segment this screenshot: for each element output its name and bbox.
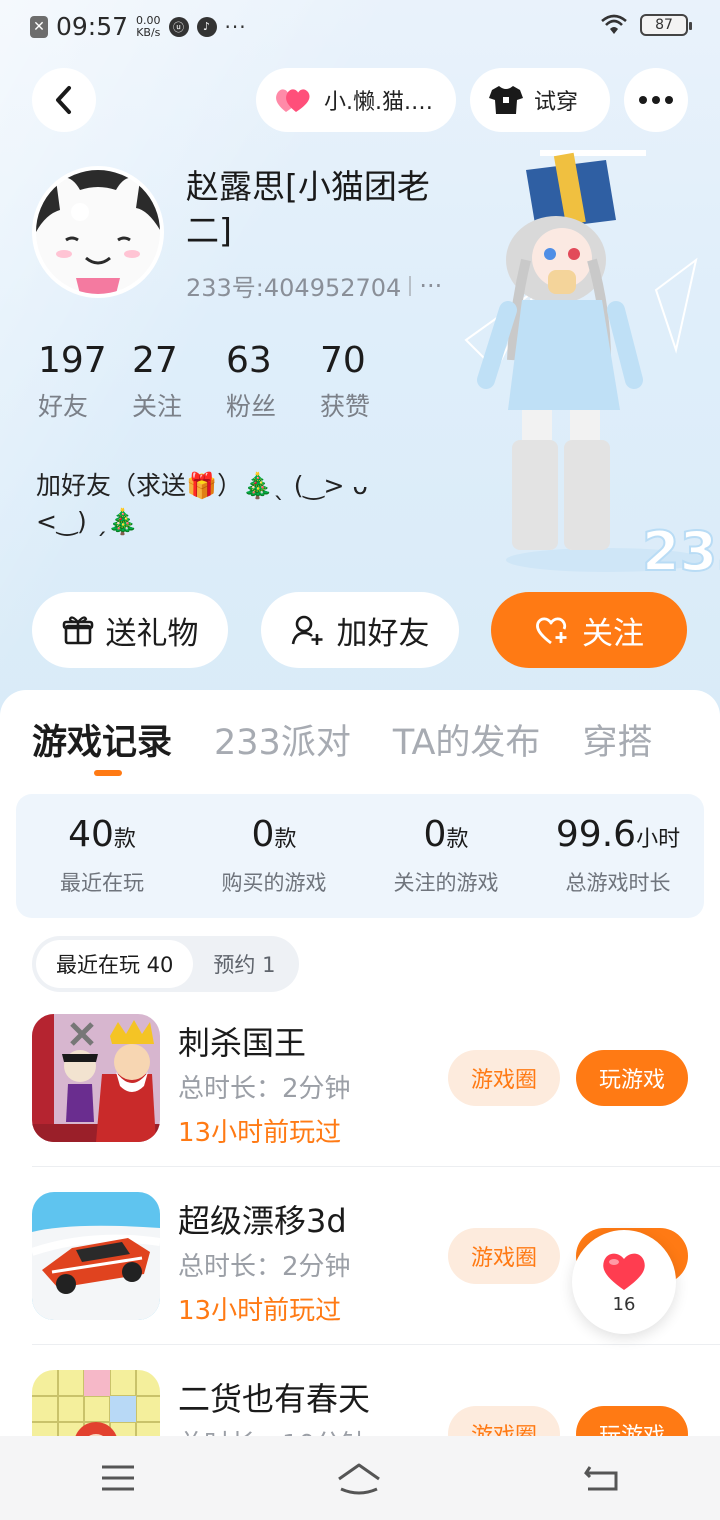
more-notifications-icon: ··· bbox=[224, 14, 247, 39]
stat-following[interactable]: 27 关注 bbox=[132, 340, 226, 423]
game-artwork bbox=[32, 1014, 160, 1142]
game-artwork bbox=[32, 1192, 160, 1320]
summary-total-time[interactable]: 99.6小时 总游戏时长 bbox=[532, 794, 704, 918]
filter-reserved[interactable]: 预约 1 bbox=[193, 940, 295, 988]
network-speed: 0.00 KB/s bbox=[136, 13, 161, 39]
avatar-image bbox=[36, 170, 160, 294]
row-divider bbox=[32, 1344, 720, 1345]
clock: 09:57 bbox=[56, 12, 129, 41]
add-friend-button[interactable]: 加好友 bbox=[261, 592, 459, 668]
uid-separator bbox=[409, 275, 412, 296]
stat-likes[interactable]: 70 获赞 bbox=[320, 340, 414, 423]
tab-game-records[interactable]: 游戏记录 bbox=[32, 714, 172, 765]
game-summary: 40款 最近在玩 0款 购买的游戏 0款 关注的游戏 99.6小时 总游戏时长 bbox=[16, 794, 704, 918]
gift-icon bbox=[62, 616, 93, 645]
music-notification-icon: ♪ bbox=[196, 16, 217, 37]
game-last-played: 13小时前玩过 bbox=[178, 1296, 342, 1326]
summary-recent[interactable]: 40款 最近在玩 bbox=[16, 794, 188, 918]
character-avatar[interactable]: 233 bbox=[456, 140, 720, 580]
game-name: 超级漂移3d bbox=[178, 1202, 347, 1240]
chevron-left-icon bbox=[56, 86, 71, 114]
uid-row[interactable]: 233号:404952704 ··· bbox=[186, 268, 442, 303]
game-icon-kill-the-king[interactable] bbox=[32, 1014, 160, 1142]
heart-icon bbox=[603, 1253, 645, 1290]
system-nav-bar bbox=[0, 1436, 720, 1520]
stat-followers[interactable]: 63 粉丝 bbox=[226, 340, 320, 423]
content-panel: 游戏记录 233派对 TA的发布 穿搭 40款 最近在玩 0款 购买的游戏 0款… bbox=[0, 690, 720, 1520]
game-circle-button[interactable]: 游戏圈 bbox=[448, 1050, 560, 1106]
character-badge: 233 bbox=[642, 520, 720, 580]
like-count: 16 bbox=[612, 1293, 636, 1315]
uid-text: 233号:404952704 bbox=[186, 274, 402, 302]
try-on-button[interactable]: 试穿 bbox=[470, 68, 610, 132]
floating-like-button[interactable]: 16 bbox=[572, 1230, 676, 1334]
back-button[interactable] bbox=[32, 68, 96, 132]
tab-233-party[interactable]: 233派对 bbox=[214, 714, 351, 765]
tshirt-icon bbox=[489, 86, 523, 114]
more-dots-icon bbox=[639, 96, 673, 104]
filter-recent[interactable]: 最近在玩 40 bbox=[36, 940, 194, 988]
heart-plus-icon bbox=[536, 617, 567, 645]
uid-more-icon: ··· bbox=[419, 271, 443, 300]
game-icon-super-drift[interactable] bbox=[32, 1192, 160, 1320]
tab-outfits[interactable]: 穿搭 bbox=[582, 714, 652, 765]
status-bar: ✕ 09:57 0.00 KB/s ⓤ ♪ ··· 87 bbox=[0, 0, 720, 56]
play-game-button[interactable]: 玩游戏 bbox=[576, 1050, 688, 1106]
game-name: 刺杀国王 bbox=[178, 1024, 307, 1062]
game-name: 二货也有春天 bbox=[178, 1380, 371, 1418]
avatar[interactable] bbox=[32, 166, 164, 298]
summary-purchased[interactable]: 0款 购买的游戏 bbox=[188, 794, 360, 918]
stat-friends[interactable]: 197 好友 bbox=[38, 340, 132, 423]
back-nav-icon[interactable] bbox=[582, 1463, 620, 1493]
row-divider bbox=[32, 1166, 720, 1167]
menu-icon[interactable] bbox=[100, 1464, 136, 1492]
double-heart-icon bbox=[276, 89, 310, 112]
app-notification-icon: ⓤ bbox=[168, 16, 189, 37]
add-person-icon bbox=[291, 615, 322, 645]
username: 赵露思[小猫团老二] bbox=[186, 167, 430, 250]
game-duration: 总时长：2分钟 bbox=[178, 1074, 351, 1104]
send-gift-button[interactable]: 送礼物 bbox=[32, 592, 228, 668]
summary-followed[interactable]: 0款 关注的游戏 bbox=[360, 794, 532, 918]
more-options-button[interactable] bbox=[624, 68, 688, 132]
home-icon[interactable] bbox=[335, 1461, 383, 1495]
game-duration: 总时长：2分钟 bbox=[178, 1252, 351, 1282]
wifi-icon bbox=[601, 14, 627, 34]
tab-posts[interactable]: TA的发布 bbox=[393, 714, 541, 765]
follow-button[interactable]: 关注 bbox=[491, 592, 687, 668]
game-row[interactable]: 刺杀国王 总时长：2分钟 13小时前玩过 游戏圈 玩游戏 bbox=[32, 1014, 688, 1148]
game-last-played: 13小时前玩过 bbox=[178, 1118, 342, 1148]
cp-relation-button[interactable]: 小.懒.猫.… bbox=[256, 68, 456, 132]
tab-bar: 游戏记录 233派对 TA的发布 穿搭 bbox=[32, 714, 652, 765]
profile-stats: 197 好友 27 关注 63 粉丝 70 获赞 bbox=[38, 340, 414, 423]
tab-indicator bbox=[94, 770, 122, 776]
filter-chips: 最近在玩 40 预约 1 bbox=[32, 936, 300, 992]
game-circle-button[interactable]: 游戏圈 bbox=[448, 1228, 560, 1284]
notification-x-icon: ✕ bbox=[30, 15, 48, 38]
bio: 加好友（求送🎁）🎄ˎ (‿> ᴗ <‿) ˏ🎄 bbox=[36, 471, 368, 536]
battery-icon: 87 bbox=[640, 14, 692, 36]
